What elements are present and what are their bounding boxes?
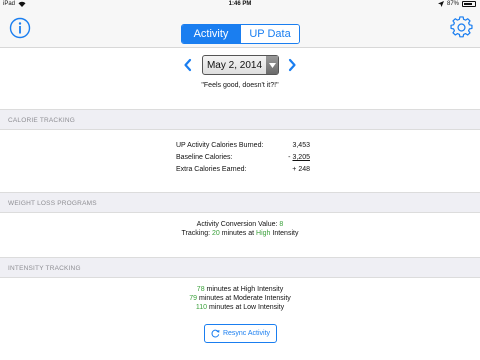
extra-calories-value: 248 [298,165,310,173]
date-picker[interactable]: May 2, 2014 [202,55,279,75]
navigation-bar: Activity UP Data [0,10,480,48]
status-bar: iPad 1:46 PM 87% [0,0,480,10]
settings-button[interactable] [450,16,473,39]
section-title: WEIGHT LOSS PROGRAMS [8,200,97,207]
motivational-quote: "Feels good, doesn't it?!" [201,82,279,89]
refresh-icon [211,329,220,338]
previous-day-button[interactable] [181,57,195,73]
conversion-value: 8 [279,221,284,228]
info-button[interactable] [9,17,31,39]
section-title: INTENSITY TRACKING [8,265,81,272]
intensity-row-moderate: 79 minutes at Moderate Intensity [189,295,291,302]
tab-activity[interactable]: Activity [182,25,240,43]
calorie-tracking-header: CALORIE TRACKING [0,109,480,130]
tracking-level: High [256,230,271,237]
date-selector-row: May 2, 2014 [0,53,480,77]
plus-sign: + [292,165,297,173]
calorie-row-extra: Extra Calories Earned: + 248 [176,165,310,173]
view-segmented-control: Activity UP Data [181,24,300,44]
resync-activity-button[interactable]: Resync Activity [204,324,277,343]
chevron-left-icon [184,58,192,72]
calorie-table: UP Activity Calories Burned: 3,453 Basel… [176,139,310,175]
tracking-minutes: 20 [212,230,220,237]
baseline-calories-value: 3,205 [292,153,310,161]
intensity-row-high: 78 minutes at High Intensity [196,286,284,293]
location-arrow-icon [437,1,444,7]
gear-icon [450,16,473,38]
battery-icon [462,1,476,7]
minus-sign: - [288,153,291,161]
intensity-tracking-header: INTENSITY TRACKING [0,257,480,278]
moderate-intensity-minutes: 79 [189,295,197,302]
resync-label: Resync Activity [222,330,271,337]
calories-burned-value: 3,453 [292,141,310,149]
battery-fill [464,3,473,5]
dropdown-arrow-icon [266,56,278,74]
calorie-row-burned: UP Activity Calories Burned: 3,453 [176,141,310,149]
high-intensity-minutes: 78 [196,286,205,293]
tracking-line: Tracking: 20 minutes at High Intensity [181,230,299,237]
chevron-right-icon [288,58,296,72]
date-value: May 2, 2014 [206,59,263,71]
next-day-button[interactable] [285,57,299,73]
activity-conversion-line: Activity Conversion Value: 8 [196,221,284,228]
battery-percentage: 87% [446,1,459,7]
info-circle-icon [9,17,31,39]
tab-up-data[interactable]: UP Data [240,25,299,43]
status-time: 1:46 PM [228,1,252,7]
low-intensity-minutes: 110 [195,304,208,311]
weight-loss-programs-header: WEIGHT LOSS PROGRAMS [0,192,480,213]
section-title: CALORIE TRACKING [8,117,76,124]
intensity-row-low: 110 minutes at Low Intensity [195,304,285,311]
calorie-row-baseline: Baseline Calories: - 3,205 [176,153,310,161]
